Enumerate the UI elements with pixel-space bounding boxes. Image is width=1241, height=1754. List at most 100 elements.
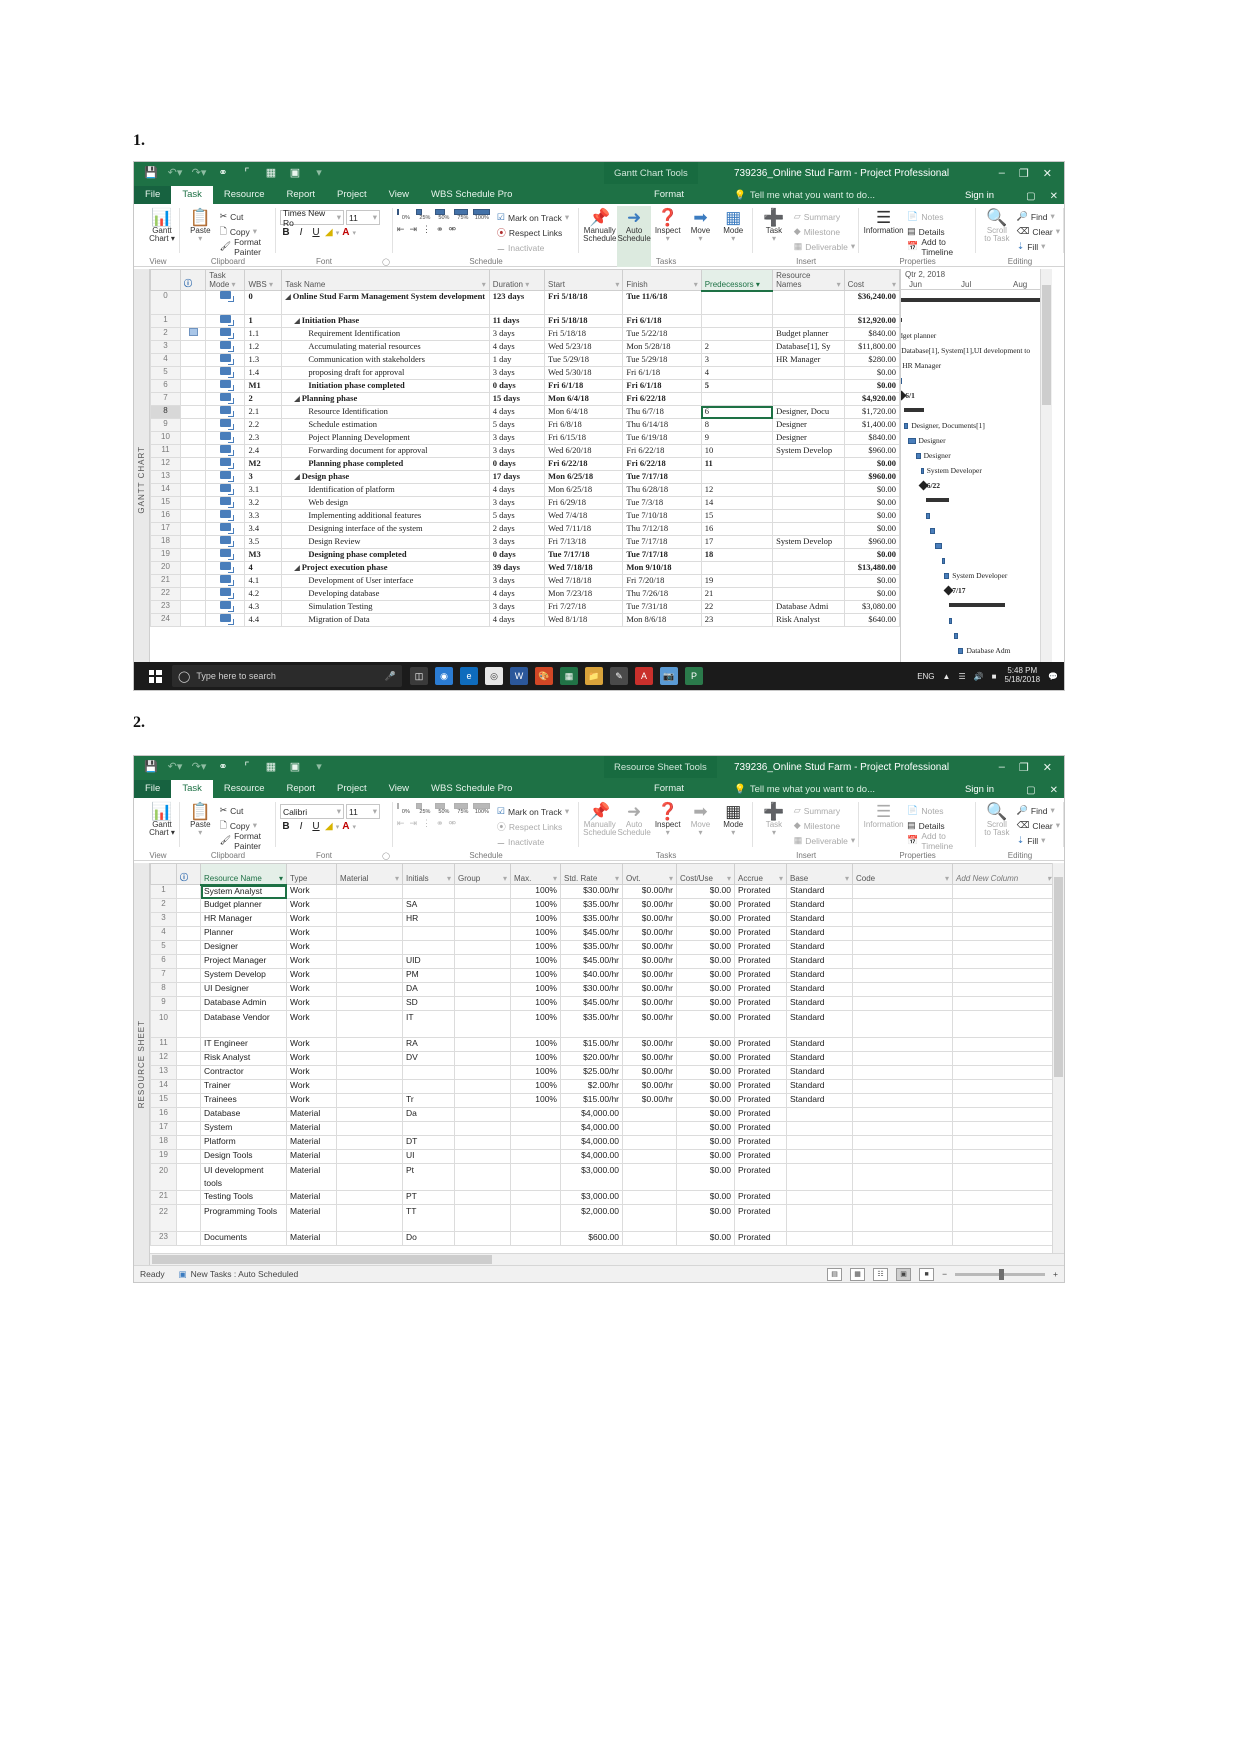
taskbar-search-box[interactable]: ◯ Type here to search 🎤	[172, 665, 402, 687]
accrue-at-cell[interactable]: Prorated	[734, 1037, 787, 1052]
ribbon-tabs-2[interactable]: File Task Resource Report Project View W…	[134, 778, 1064, 798]
base-calendar-cell[interactable]: Standard	[786, 1051, 853, 1066]
initials-cell[interactable]	[402, 884, 455, 899]
task-mode-cell[interactable]	[205, 470, 246, 484]
duration-cell[interactable]: 2 days	[488, 522, 546, 536]
ribbon-1[interactable]: 📊 Gantt Chart ▾ View 📋 Paste ▾ ✂ Cut 🗋 Cop…	[134, 204, 1064, 267]
task-mode-cell[interactable]	[205, 327, 246, 341]
indicator-cell[interactable]	[176, 1107, 201, 1122]
task-mode-cell[interactable]	[205, 574, 246, 588]
volume-icon[interactable]: 🔊	[974, 672, 984, 681]
wbs-cell[interactable]: 4.1	[244, 574, 283, 588]
cost-cell[interactable]: $960.00	[843, 470, 900, 484]
base-calendar-cell[interactable]: Standard	[786, 1093, 853, 1108]
start-cell[interactable]: Fri 6/15/18	[544, 431, 624, 445]
cost-cell[interactable]: $840.00	[843, 431, 900, 445]
table-row[interactable]: 7 System Develop Work PM 100% $40.00/hr $0.00/…	[150, 968, 1055, 983]
tab-report[interactable]: Report	[276, 186, 327, 204]
view-team-planner-icon[interactable]: ☷	[873, 1267, 889, 1281]
accrue-at-cell[interactable]: Prorated	[734, 968, 787, 983]
task-name-cell[interactable]: Requirement Identification	[281, 327, 490, 341]
indicator-cell[interactable]	[179, 522, 207, 536]
add-new-column-cell[interactable]	[952, 1190, 1055, 1205]
cost-cell[interactable]: $0.00	[843, 457, 900, 471]
col-resource-name[interactable]: Resource Name ▾	[200, 863, 287, 886]
group-cell[interactable]	[454, 1204, 511, 1232]
max-units-cell[interactable]: 100%	[510, 1051, 561, 1066]
table-row[interactable]: 4 1.3 Communication with stakeholders 1 day…	[150, 353, 900, 367]
col-start[interactable]: Start ▾	[544, 269, 624, 291]
predecessors-cell[interactable]: 10	[700, 444, 774, 458]
ovt-rate-cell[interactable]: $0.00/hr	[622, 884, 677, 899]
highlight-color-icon[interactable]: ◢	[325, 821, 333, 832]
wbs-cell[interactable]: 1.3	[244, 353, 283, 367]
ribbon-display-options-icon[interactable]: ▢	[1026, 191, 1035, 202]
cost-per-use-cell[interactable]: $0.00	[676, 954, 735, 969]
cost-cell[interactable]: $0.00	[843, 509, 900, 523]
deliverable-button-2[interactable]: ▦ Deliverable ▾	[794, 833, 855, 848]
highlight-color-icon[interactable]: ◢	[325, 227, 333, 238]
std-rate-cell[interactable]: $4,000.00	[560, 1107, 623, 1122]
cost-per-use-cell[interactable]: $0.00	[676, 1093, 735, 1108]
resource-vertical-scrollbar[interactable]	[1052, 863, 1064, 1265]
finish-cell[interactable]: Fri 6/1/18	[622, 314, 702, 328]
finish-cell[interactable]: Tue 7/10/18	[622, 509, 702, 523]
predecessors-cell[interactable]: 16	[700, 522, 774, 536]
wbs-cell[interactable]: 4.2	[244, 587, 283, 601]
indicator-cell[interactable]	[179, 600, 207, 614]
window-controls-1[interactable]: – ❐ ✕	[999, 162, 1060, 184]
collapse-triangle-icon[interactable]: ◢	[294, 564, 299, 572]
type-cell[interactable]: Material	[286, 1190, 337, 1205]
font-size-input-1[interactable]: 11 ▾	[346, 210, 380, 225]
cut-button-2[interactable]: ✂ Cut	[220, 803, 272, 818]
col-resource-names[interactable]: Resource Names ▾	[772, 269, 845, 291]
base-calendar-cell[interactable]: Standard	[786, 898, 853, 913]
finish-cell[interactable]: Fri 6/22/18	[622, 444, 702, 458]
base-calendar-cell[interactable]	[786, 1107, 853, 1122]
start-cell[interactable]: Wed 7/18/18	[544, 574, 624, 588]
task-grid[interactable]: ⓘ Task Mode ▾ WBS ▾ Task Name ▾ Duration ▾…	[150, 269, 900, 627]
indicator-cell[interactable]	[179, 457, 207, 471]
deliverable-button-1[interactable]: ▦ Deliverable ▾	[794, 239, 855, 254]
duration-cell[interactable]: 123 days	[488, 290, 546, 315]
table-row[interactable]: 10 2.3 Poject Planning Development 3 days Fr…	[150, 431, 900, 445]
gantt-task-bar[interactable]	[949, 618, 953, 624]
resource-names-cell[interactable]	[772, 470, 845, 484]
cost-cell[interactable]: $1,720.00	[843, 405, 900, 419]
resource-names-cell[interactable]: Database[1], Sy	[772, 340, 845, 354]
tab-file[interactable]: File	[134, 186, 172, 204]
table-row[interactable]: 10 Database Vendor Work IT 100% $35.00/hr $0.0…	[150, 1010, 1055, 1038]
table-row[interactable]: 14 3.1 Identification of platform 4 days Mon…	[150, 483, 900, 497]
cost-cell[interactable]: $960.00	[843, 535, 900, 549]
resource-name-cell[interactable]: Database	[200, 1107, 287, 1122]
cost-cell[interactable]: $0.00	[843, 548, 900, 562]
tab-task[interactable]: Task	[171, 186, 213, 204]
restore-icon[interactable]: ❐	[1019, 167, 1029, 180]
task-mode-cell[interactable]	[205, 509, 246, 523]
max-units-cell[interactable]: 100%	[510, 884, 561, 899]
gantt-task-bar[interactable]	[942, 558, 946, 564]
task-name-cell[interactable]: Designing interface of the system	[281, 522, 490, 536]
split-task-icon-2[interactable]: ⋮	[422, 818, 431, 829]
chrome-icon[interactable]: ◎	[485, 667, 503, 685]
inactivate-button-2[interactable]: ⚊ Inactivate	[497, 834, 569, 849]
table-row[interactable]: 13 3 ◢ Design phase 17 days Mon 6/25/18 Tue 7/…	[150, 470, 900, 484]
start-cell[interactable]: Mon 6/4/18	[544, 405, 624, 419]
gantt-summary-bar[interactable]	[904, 408, 924, 412]
gantt-task-bar[interactable]	[901, 363, 902, 369]
col-material[interactable]: Material ▾	[336, 863, 403, 885]
task-name-cell[interactable]: ◢ Initiation Phase	[281, 314, 490, 328]
ovt-rate-cell[interactable]	[622, 1149, 677, 1164]
task-mode-cell[interactable]	[205, 290, 246, 315]
group-cell[interactable]	[454, 1231, 511, 1246]
view-report-icon[interactable]: ■	[919, 1267, 935, 1281]
excel-icon[interactable]: ▦	[560, 667, 578, 685]
indicator-cell[interactable]	[179, 535, 207, 549]
quick-access-toolbar-1[interactable]: 💾 ↶▾ ↷▾ ⚭ ⌜ ▦ ▣ ▾	[134, 164, 330, 182]
predecessors-cell[interactable]: 15	[700, 509, 774, 523]
ovt-rate-cell[interactable]	[622, 1204, 677, 1232]
std-rate-cell[interactable]: $45.00/hr	[560, 996, 623, 1011]
group-cell[interactable]	[454, 926, 511, 941]
col-task-name[interactable]: Task Name ▾	[281, 269, 490, 291]
ovt-rate-cell[interactable]: $0.00/hr	[622, 912, 677, 927]
